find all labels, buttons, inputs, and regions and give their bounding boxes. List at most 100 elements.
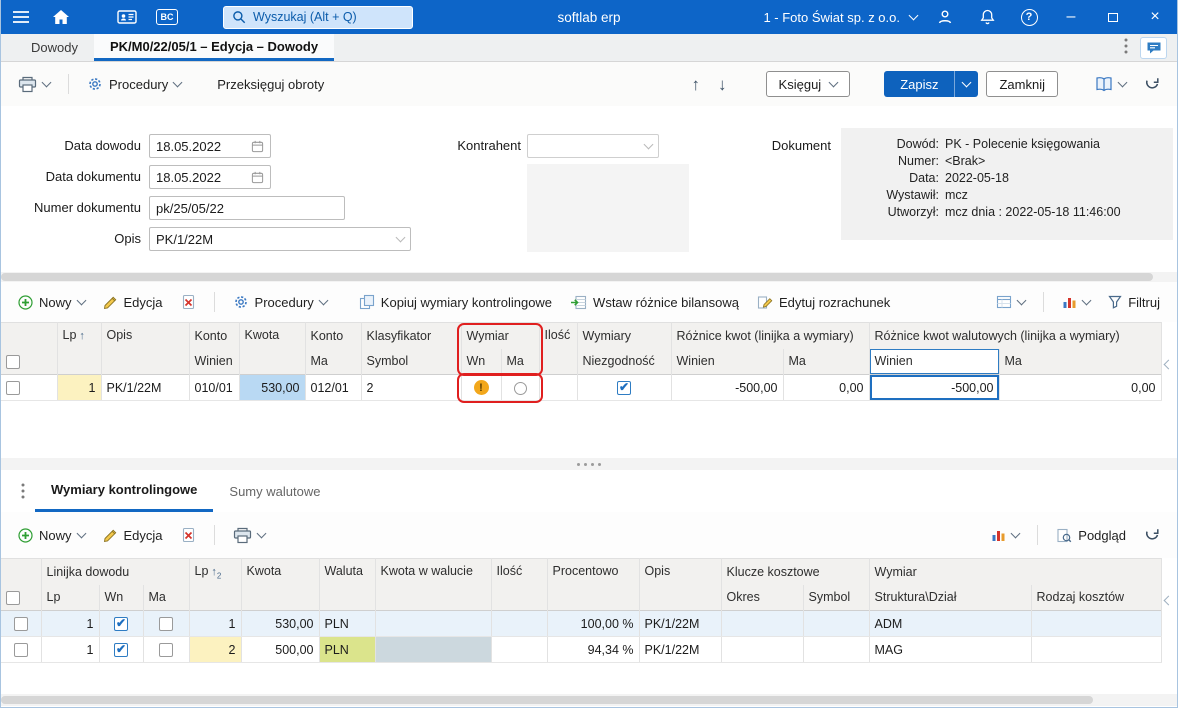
header-rk-ma[interactable]: Ma bbox=[783, 349, 869, 375]
view-organizer-button[interactable] bbox=[991, 291, 1030, 313]
grid-procedures-button[interactable]: Procedury bbox=[228, 290, 332, 314]
edycja-button[interactable]: Edycja bbox=[98, 524, 168, 547]
ma-checkbox[interactable] bbox=[159, 643, 173, 657]
header-kwota-w-walucie[interactable]: Kwota w walucie bbox=[375, 559, 491, 611]
cell-ilosc[interactable] bbox=[539, 375, 577, 401]
cell-konto-winien[interactable]: 010/01 bbox=[189, 375, 239, 401]
scrollbar-thumb[interactable] bbox=[1, 696, 1093, 704]
header-lp[interactable]: Lp↑ bbox=[57, 323, 101, 375]
header-konto-winien[interactable]: Konto bbox=[189, 323, 239, 349]
cell-lp[interactable]: 1 bbox=[57, 375, 101, 401]
bottom-kebab-button[interactable] bbox=[11, 470, 35, 512]
notifications-button[interactable] bbox=[973, 3, 1001, 31]
cell-rkw-winien[interactable]: -500,00 bbox=[869, 375, 999, 401]
user-button[interactable] bbox=[931, 3, 959, 31]
horizontal-scrollbar[interactable] bbox=[1, 272, 1177, 282]
cell-kwota[interactable]: 500,00 bbox=[241, 637, 319, 663]
header-kwota[interactable]: Kwota bbox=[241, 559, 319, 611]
cell-rk-winien[interactable]: -500,00 bbox=[671, 375, 783, 401]
edytuj-rozrachunek-button[interactable]: Edytuj rozrachunek bbox=[752, 291, 895, 314]
cell-wymiar-wn[interactable]: ! bbox=[461, 375, 501, 401]
procedures-menu-button[interactable]: Procedury bbox=[82, 72, 186, 96]
help-button[interactable]: ? bbox=[1015, 3, 1043, 31]
header-wymiar-wn[interactable]: Wn bbox=[461, 349, 501, 375]
delete-button[interactable] bbox=[176, 523, 201, 547]
print-button[interactable] bbox=[228, 523, 270, 548]
tab-wymiary-kontrolingowe[interactable]: Wymiary kontrolingowe bbox=[35, 470, 213, 512]
table-row[interactable]: 1 2 500,00 PLN 94,34 % PK/1/22M MAG bbox=[1, 637, 1161, 663]
cell-konto-ma[interactable]: 012/01 bbox=[305, 375, 361, 401]
minimize-button[interactable]: – bbox=[1057, 3, 1085, 31]
header-wymiar-group[interactable]: Wymiar bbox=[461, 323, 539, 349]
header-linijka-group[interactable]: Linijka dowodu bbox=[41, 559, 189, 585]
cell-symbol[interactable]: 2 bbox=[361, 375, 461, 401]
header-rkw-ma[interactable]: Ma bbox=[999, 349, 1161, 375]
calendar-icon[interactable] bbox=[251, 140, 264, 153]
header-klasyfikator[interactable]: Klasyfikator bbox=[361, 323, 461, 349]
nowy-button[interactable]: Nowy bbox=[13, 291, 90, 314]
row-checkbox[interactable] bbox=[14, 617, 28, 631]
cell-linijka-lp[interactable]: 1 bbox=[41, 611, 99, 637]
cell-ilosc[interactable] bbox=[491, 637, 547, 663]
radio-icon[interactable] bbox=[514, 382, 527, 395]
posting-schemes-button[interactable] bbox=[1090, 72, 1131, 96]
feedback-button[interactable] bbox=[1140, 37, 1167, 59]
cell-symbol[interactable] bbox=[803, 611, 869, 637]
row-select-cell[interactable] bbox=[1, 611, 41, 637]
chart-button[interactable] bbox=[986, 524, 1024, 546]
refresh-button[interactable] bbox=[1139, 72, 1165, 96]
header-kwota[interactable]: Kwota bbox=[239, 323, 305, 375]
zapisz-dropdown[interactable] bbox=[954, 71, 978, 97]
header-ma[interactable]: Ma bbox=[305, 349, 361, 375]
tab-kebab-button[interactable] bbox=[1124, 38, 1128, 57]
cell-kwota-w-walucie[interactable] bbox=[375, 637, 491, 663]
header-konto-ma[interactable]: Konto bbox=[305, 323, 361, 349]
header-wymiar-group[interactable]: Wymiar bbox=[869, 559, 1161, 585]
cell-procentowo[interactable]: 100,00 % bbox=[547, 611, 639, 637]
tab-active-document[interactable]: PK/M0/22/05/1 – Edycja – Dowody bbox=[94, 34, 334, 61]
row-select-cell[interactable] bbox=[1, 375, 57, 401]
header-wymiary[interactable]: Wymiary bbox=[577, 323, 671, 349]
header-winien[interactable]: Winien bbox=[189, 349, 239, 375]
cell-opis[interactable]: PK/1/22M bbox=[101, 375, 189, 401]
przeksieguj-button[interactable]: Przeksięguj obroty bbox=[212, 73, 329, 96]
maximize-button[interactable] bbox=[1099, 3, 1127, 31]
cell-ma[interactable] bbox=[143, 611, 189, 637]
tab-sumy-walutowe[interactable]: Sumy walutowe bbox=[213, 470, 336, 512]
header-linijka-wn[interactable]: Wn bbox=[99, 585, 143, 611]
select-all-checkbox[interactable] bbox=[6, 355, 20, 369]
modules-button[interactable] bbox=[113, 3, 141, 31]
calendar-icon[interactable] bbox=[251, 171, 264, 184]
header-rodzaj[interactable]: Rodzaj kosztów bbox=[1031, 585, 1161, 611]
wn-checkbox[interactable] bbox=[114, 617, 128, 631]
filtruj-button[interactable]: Filtruj bbox=[1103, 291, 1165, 314]
move-up-button[interactable]: ↑ bbox=[687, 72, 706, 97]
print-button[interactable] bbox=[13, 72, 55, 97]
header-rkw-winien[interactable]: Winien bbox=[869, 349, 999, 375]
cell-waluta[interactable]: PLN bbox=[319, 637, 375, 663]
header-wymiar-ma[interactable]: Ma bbox=[501, 349, 539, 375]
cell-waluta[interactable]: PLN bbox=[319, 611, 375, 637]
header-okres[interactable]: Okres bbox=[721, 585, 803, 611]
table-row[interactable]: 1 1 530,00 PLN 100,00 % PK/1/22M ADM bbox=[1, 611, 1161, 637]
cell-kwota[interactable]: 530,00 bbox=[241, 611, 319, 637]
cell-rodzaj[interactable] bbox=[1031, 611, 1161, 637]
opis-field[interactable]: PK/1/22M bbox=[149, 227, 411, 251]
close-button[interactable]: × bbox=[1141, 3, 1169, 31]
cell-okres[interactable] bbox=[721, 611, 803, 637]
chart-button[interactable] bbox=[1057, 291, 1095, 313]
cell-wn[interactable] bbox=[99, 637, 143, 663]
row-checkbox[interactable] bbox=[14, 643, 28, 657]
cell-linijka-lp[interactable]: 1 bbox=[41, 637, 99, 663]
header-ilosc[interactable]: Ilość bbox=[491, 559, 547, 611]
header-klucze-group[interactable]: Klucze kosztowe bbox=[721, 559, 869, 585]
cell-procentowo[interactable]: 94,34 % bbox=[547, 637, 639, 663]
edycja-button[interactable]: Edycja bbox=[98, 291, 168, 314]
data-dowodu-field[interactable]: 18.05.2022 bbox=[149, 134, 271, 158]
cell-opis[interactable]: PK/1/22M bbox=[639, 637, 721, 663]
cell-struktura[interactable]: ADM bbox=[869, 611, 1031, 637]
cell-kwota[interactable]: 530,00 bbox=[239, 375, 305, 401]
cell-rk-ma[interactable]: 0,00 bbox=[783, 375, 869, 401]
scroll-left-icon[interactable] bbox=[1165, 356, 1172, 371]
cell-lp2[interactable]: 2 bbox=[189, 637, 241, 663]
